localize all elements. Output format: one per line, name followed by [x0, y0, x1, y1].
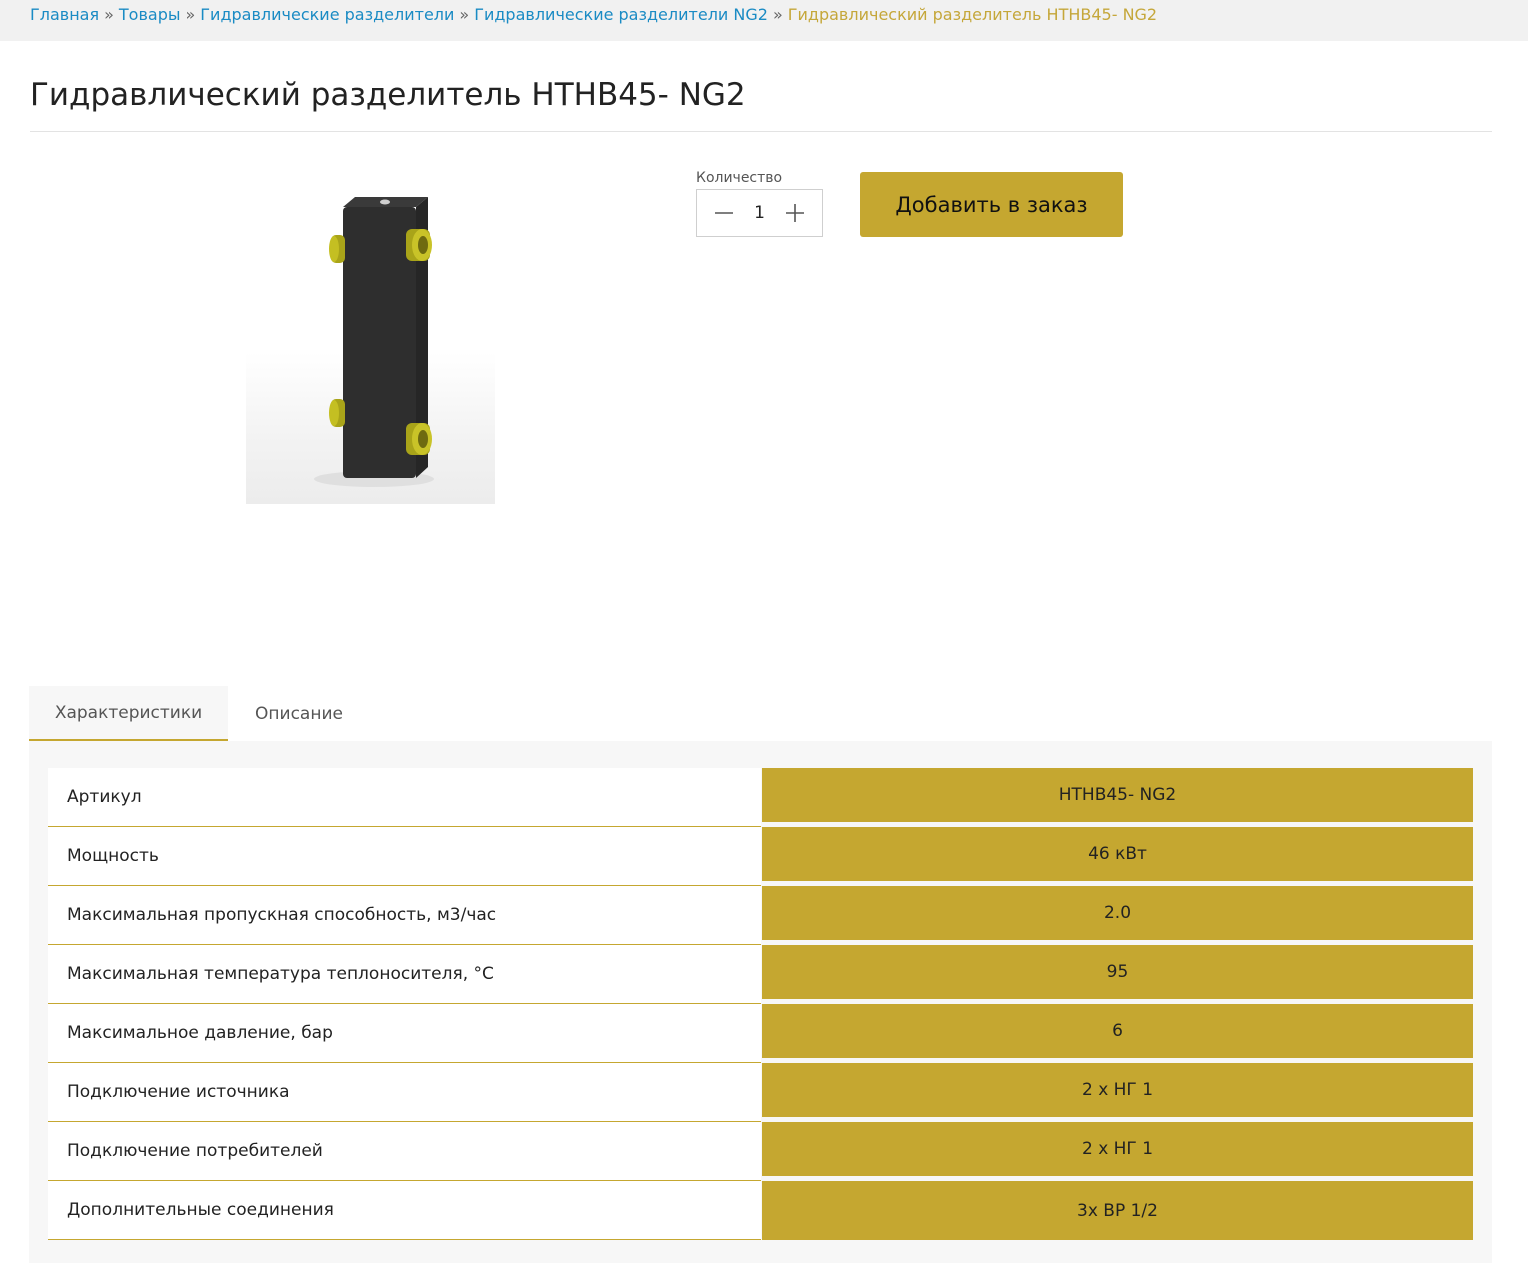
table-row: Подключение потребителей 2 х НГ 1 [48, 1122, 1473, 1181]
spec-value: 2 х НГ 1 [762, 1063, 1473, 1117]
spec-name: Максимальная температура теплоносителя, … [48, 945, 761, 1004]
breadcrumb-separator: » [772, 5, 783, 24]
title-divider [30, 131, 1492, 132]
quantity-stepper [696, 189, 823, 237]
page-title: Гидравлический разделитель HTHB45- NG2 [30, 77, 746, 113]
table-row: Максимальная температура теплоносителя, … [48, 945, 1473, 1004]
spec-value: 3х ВР 1/2 [762, 1181, 1473, 1240]
spec-value: 46 кВт [762, 827, 1473, 881]
table-row: Подключение источника 2 х НГ 1 [48, 1063, 1473, 1122]
hydraulic-separator-image [314, 197, 434, 487]
increase-quantity-button[interactable] [784, 202, 806, 224]
tab-characteristics[interactable]: Характеристики [29, 686, 228, 741]
breadcrumb-link-products[interactable]: Товары [119, 5, 181, 24]
quantity-input[interactable] [744, 203, 775, 223]
spec-value-cell: 2 х НГ 1 [761, 1122, 1473, 1181]
table-row: Максимальная пропускная способность, м3/… [48, 886, 1473, 945]
spec-name: Подключение источника [48, 1063, 761, 1122]
spec-name: Дополнительные соединения [48, 1181, 761, 1240]
spec-name: Мощность [48, 827, 761, 886]
spec-value-cell: 6 [761, 1004, 1473, 1063]
spec-value: HTHB45- NG2 [762, 768, 1473, 822]
spec-name: Максимальная пропускная способность, м3/… [48, 886, 761, 945]
table-row: Артикул HTHB45- NG2 [48, 768, 1473, 827]
spec-value-cell: 2 х НГ 1 [761, 1063, 1473, 1122]
breadcrumb-link-home[interactable]: Главная [30, 5, 99, 24]
breadcrumb-separator: » [185, 5, 196, 24]
spec-value-cell: 46 кВт [761, 827, 1473, 886]
characteristics-panel: Артикул HTHB45- NG2 Мощность 46 кВт Максимал… [29, 741, 1492, 1263]
quantity-label: Количество [696, 170, 783, 186]
spec-value: 95 [762, 945, 1473, 999]
spec-name: Максимальное давление, бар [48, 1004, 761, 1063]
product-tabs: Характеристики Описание [29, 686, 370, 741]
spec-value-cell: 3х ВР 1/2 [761, 1181, 1473, 1240]
spec-value-cell: 2.0 [761, 886, 1473, 945]
spec-name: Артикул [48, 768, 761, 827]
spec-value: 2.0 [762, 886, 1473, 940]
breadcrumb: Главная» Товары» Гидравлические разделител… [0, 0, 1528, 41]
add-to-order-button[interactable]: Добавить в заказ [860, 172, 1123, 237]
plus-icon [786, 204, 804, 222]
spec-name: Подключение потребителей [48, 1122, 761, 1181]
spec-value: 6 [762, 1004, 1473, 1058]
minus-icon [715, 212, 733, 214]
table-row: Мощность 46 кВт [48, 827, 1473, 886]
breadcrumb-separator: » [459, 5, 470, 24]
table-row: Дополнительные соединения 3х ВР 1/2 [48, 1181, 1473, 1240]
product-image[interactable] [246, 167, 495, 504]
breadcrumb-link-separators-ng2[interactable]: Гидравлические разделители NG2 [474, 5, 768, 24]
spec-value-cell: 95 [761, 945, 1473, 1004]
breadcrumb-current: Гидравлический разделитель HTHB45- NG2 [787, 5, 1158, 24]
decrease-quantity-button[interactable] [713, 202, 735, 224]
tab-description[interactable]: Описание [228, 686, 370, 741]
spec-value-cell: HTHB45- NG2 [761, 768, 1473, 827]
specs-table: Артикул HTHB45- NG2 Мощность 46 кВт Максимал… [48, 768, 1473, 1240]
spec-value: 2 х НГ 1 [762, 1122, 1473, 1176]
breadcrumb-separator: » [104, 5, 114, 24]
breadcrumb-link-separators[interactable]: Гидравлические разделители [200, 5, 454, 24]
table-row: Максимальное давление, бар 6 [48, 1004, 1473, 1063]
